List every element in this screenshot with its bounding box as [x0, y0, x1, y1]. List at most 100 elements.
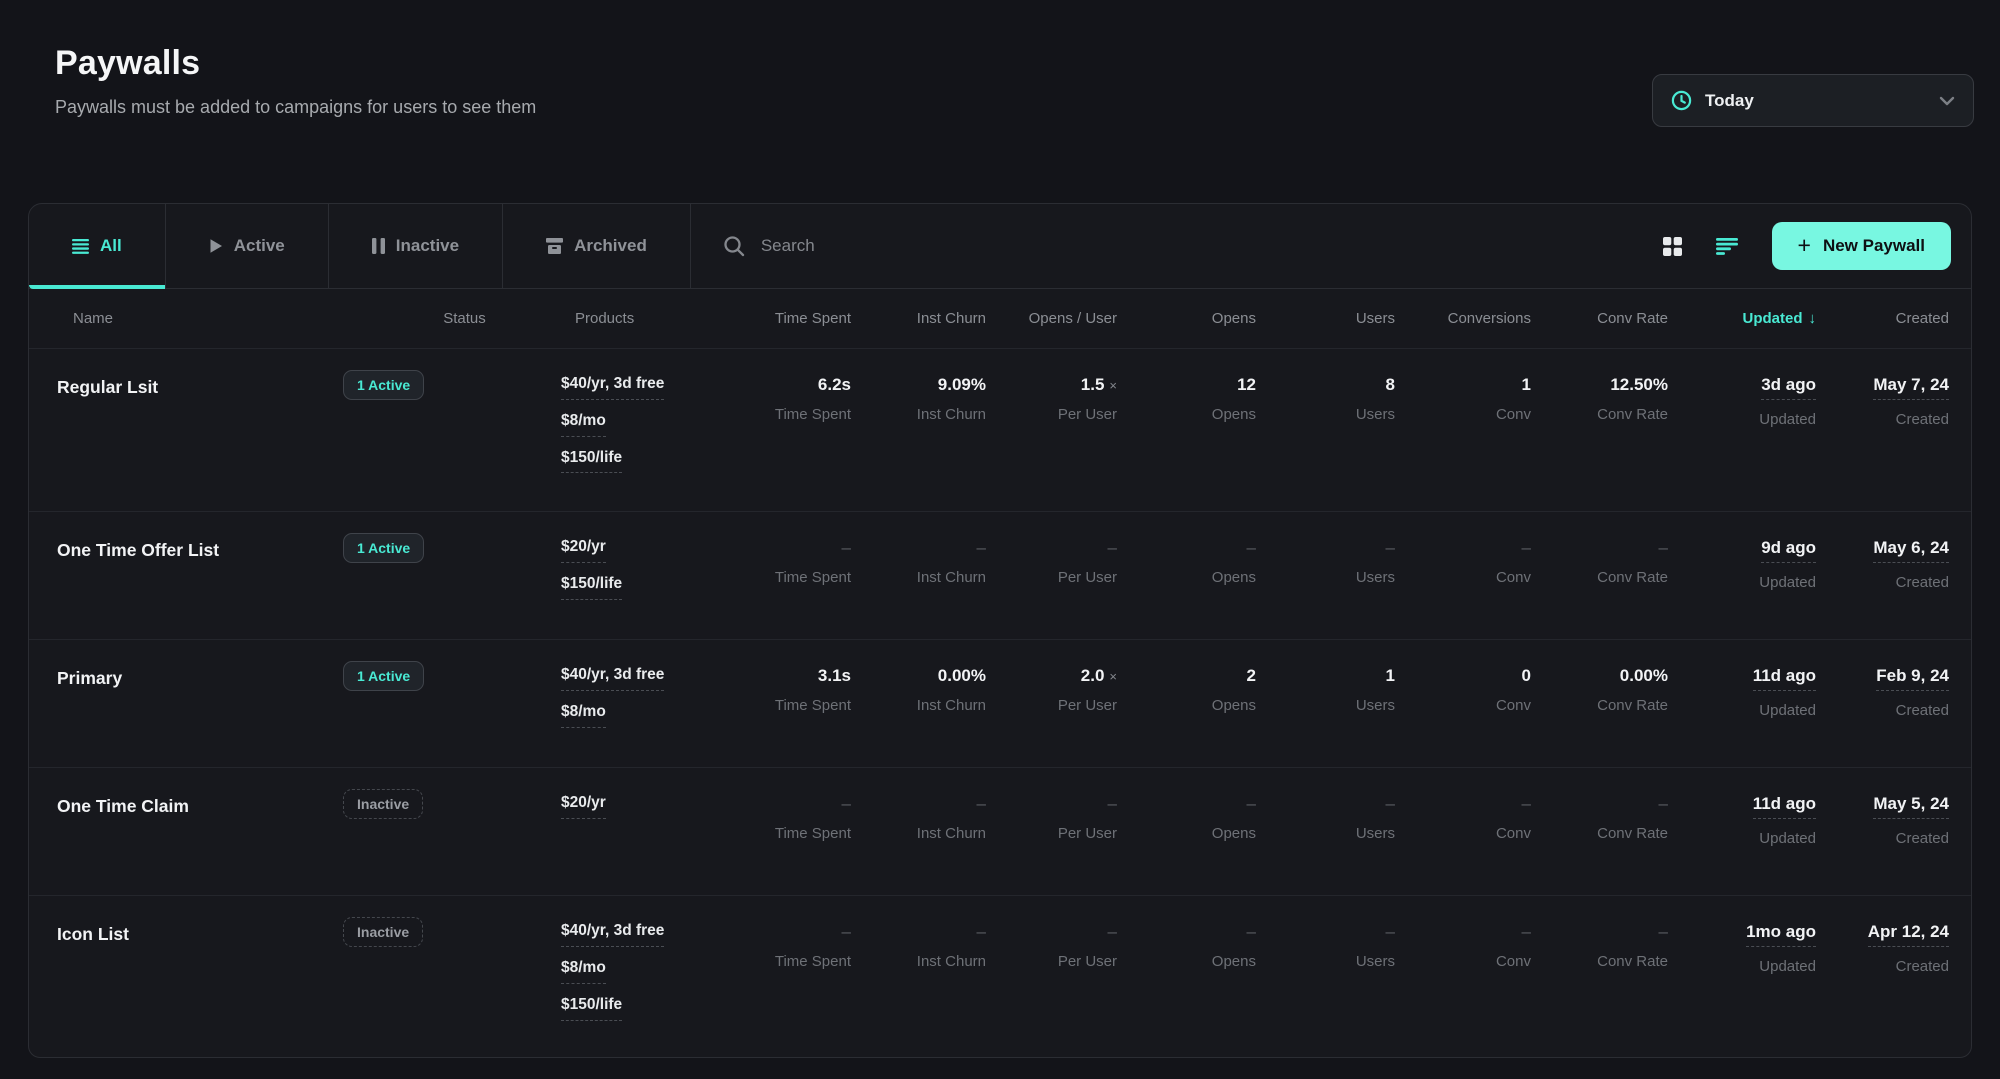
product-price[interactable]: $20/yr — [561, 538, 606, 563]
metric-label: Created — [1816, 702, 1949, 719]
table-row[interactable]: Icon List Inactive $40/yr, 3d free $8/mo $… — [29, 895, 1971, 1058]
column-header-products[interactable]: Products — [556, 310, 716, 327]
product-price[interactable]: $8/mo — [561, 703, 606, 728]
plus-icon: + — [1798, 234, 1811, 257]
date-filter-dropdown[interactable]: Today — [1652, 74, 1974, 127]
name-cell: One Time Claim — [47, 794, 343, 817]
product-price[interactable]: $40/yr, 3d free — [561, 922, 664, 947]
metric-per-user: 2.0×Per User — [986, 666, 1117, 714]
product-price[interactable]: $40/yr, 3d free — [561, 375, 664, 400]
table-body: Regular Lsit 1 Active $40/yr, 3d free$8/… — [29, 349, 1971, 1059]
metric-opens: –Opens — [1117, 538, 1256, 586]
updated-value[interactable]: 3d ago — [1761, 375, 1816, 400]
list-view-button[interactable] — [1712, 234, 1742, 259]
metric-inst-churn: –Inst Churn — [851, 922, 986, 970]
created-value[interactable]: May 5, 24 — [1873, 794, 1949, 819]
product-price[interactable]: $150/life — [561, 575, 622, 600]
updated-value[interactable]: 11d ago — [1753, 666, 1816, 691]
name-cell: Icon List — [47, 922, 343, 945]
tab-label: Archived — [574, 236, 647, 256]
products-list: $40/yr, 3d free $8/mo — [556, 666, 716, 740]
table-row[interactable]: Regular Lsit 1 Active $40/yr, 3d free$8/… — [29, 349, 1971, 511]
metric-value: 6.2s — [818, 375, 851, 394]
created-value[interactable]: May 7, 24 — [1873, 375, 1949, 400]
product-price[interactable]: $150/life — [561, 449, 622, 474]
created-value[interactable]: Feb 9, 24 — [1876, 666, 1949, 691]
column-header-status[interactable]: Status — [343, 310, 556, 327]
column-header-name[interactable]: Name — [47, 310, 343, 327]
metric-label: Conv Rate — [1531, 953, 1668, 970]
updated-value[interactable]: 9d ago — [1761, 538, 1816, 563]
column-header-inst-churn[interactable]: Inst Churn — [851, 310, 986, 327]
product-price[interactable]: $150/life — [561, 996, 622, 1021]
column-header-created[interactable]: Created — [1816, 310, 1949, 327]
metric-opens: –Opens — [1117, 794, 1256, 842]
metric-label: Per User — [986, 953, 1117, 970]
search-bar — [691, 204, 1659, 288]
metric-label: Created — [1816, 958, 1949, 975]
view-toggles — [1659, 204, 1772, 288]
metric-value: – — [1108, 922, 1117, 941]
metric-label: Inst Churn — [851, 825, 986, 842]
status-cell: Inactive — [343, 794, 556, 819]
column-header-conversions[interactable]: Conversions — [1395, 310, 1531, 327]
tab-inactive[interactable]: Inactive — [329, 204, 503, 288]
paywall-name: One Time Offer List — [57, 540, 219, 560]
created-value[interactable]: Apr 12, 24 — [1868, 922, 1949, 947]
page-header: Paywalls Paywalls must be added to campa… — [0, 0, 2000, 203]
metric-label: Conv Rate — [1531, 406, 1668, 423]
updated-value[interactable]: 1mo ago — [1746, 922, 1816, 947]
grid-view-button[interactable] — [1659, 233, 1686, 260]
product-price[interactable]: $8/mo — [561, 959, 606, 984]
metric-value: – — [1659, 922, 1668, 941]
paywalls-card: All Active Inactive Archived — [28, 203, 1972, 1058]
metric-conv: 0Conv — [1395, 666, 1531, 714]
status-badge: Inactive — [343, 917, 423, 947]
updated-cell: 3d ago Updated — [1668, 375, 1816, 428]
metric-value: – — [1386, 922, 1395, 941]
updated-cell: 1mo agoUpdated — [1668, 922, 1816, 975]
product-price[interactable]: $40/yr, 3d free — [561, 666, 664, 691]
product-price[interactable]: $20/yr — [561, 794, 606, 819]
tab-active[interactable]: Active — [166, 204, 329, 288]
tab-archived[interactable]: Archived — [503, 204, 691, 288]
tab-all[interactable]: All — [29, 204, 166, 288]
metric-label: Per User — [986, 697, 1117, 714]
search-input[interactable] — [761, 236, 1659, 256]
table-row[interactable]: One Time Offer List 1 Active $20/yr$150/… — [29, 511, 1971, 639]
metric-users: 1Users — [1256, 666, 1395, 714]
column-header-opens-user[interactable]: Opens / User — [986, 310, 1117, 327]
column-header-conv-rate[interactable]: Conv Rate — [1531, 310, 1668, 327]
product-price[interactable]: $8/mo — [561, 412, 606, 437]
metric-value: – — [977, 922, 986, 941]
archive-icon — [546, 238, 563, 254]
table-row[interactable]: One Time Claim Inactive $20/yr –Time Spe… — [29, 767, 1971, 895]
metric-label: Conv — [1395, 825, 1531, 842]
column-header-users[interactable]: Users — [1256, 310, 1395, 327]
metric-conv-rate: –Conv Rate — [1531, 794, 1668, 842]
metric-label: Updated — [1668, 411, 1816, 428]
table-row[interactable]: Primary 1 Active $40/yr, 3d free$8/mo 3.… — [29, 639, 1971, 767]
metric-per-user: –Per User — [986, 538, 1117, 586]
paywall-name: One Time Claim — [57, 796, 189, 816]
column-header-opens[interactable]: Opens — [1117, 310, 1256, 327]
updated-value[interactable]: 11d ago — [1753, 794, 1816, 819]
column-header-time-spent[interactable]: Time Spent — [716, 310, 851, 327]
metric-value: – — [842, 794, 851, 813]
metric-label: Time Spent — [716, 569, 851, 586]
metric-label: Opens — [1117, 406, 1256, 423]
metric-users: 8Users — [1256, 375, 1395, 423]
created-value[interactable]: May 6, 24 — [1873, 538, 1949, 563]
toolbar: All Active Inactive Archived — [29, 204, 1971, 289]
metric-value: 0.00% — [938, 666, 986, 685]
metric-value: – — [1522, 922, 1531, 941]
metric-value: – — [1522, 538, 1531, 557]
metric-conv: –Conv — [1395, 538, 1531, 586]
created-cell: May 5, 24Created — [1816, 794, 1949, 847]
metric-label: Created — [1816, 411, 1949, 428]
column-header-updated-label: Updated — [1743, 310, 1803, 327]
metric-inst-churn: –Inst Churn — [851, 538, 986, 586]
new-paywall-button[interactable]: + New Paywall — [1772, 222, 1952, 270]
column-header-updated[interactable]: Updated↓ — [1668, 310, 1816, 327]
metric-inst-churn: –Inst Churn — [851, 794, 986, 842]
